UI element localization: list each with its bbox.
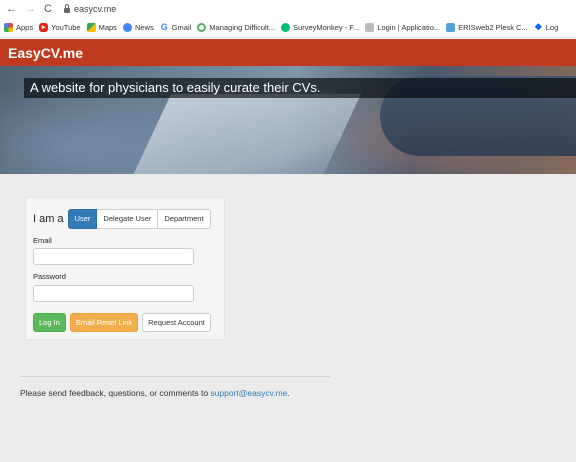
plesk-icon <box>446 23 456 32</box>
bookmark-news[interactable]: News <box>122 23 154 32</box>
email-label: Email <box>33 236 52 245</box>
bookmark-login-application[interactable]: Login | Applicatio... <box>365 23 440 32</box>
hero-banner: A website for physicians to easily curat… <box>0 66 576 174</box>
bookmark-maps[interactable]: Maps <box>86 23 117 32</box>
youtube-icon: ▸ <box>39 23 49 32</box>
main-content: I am a User Delegate User Department Ema… <box>0 174 576 462</box>
footer-text: Please send feedback, questions, or comm… <box>20 388 290 398</box>
bookmark-erisweb2[interactable]: ERISweb2 Plesk C... <box>446 23 528 32</box>
role-delegate-user-button[interactable]: Delegate User <box>97 209 159 229</box>
bookmark-log[interactable]: ❖ Log <box>534 22 558 33</box>
news-icon <box>122 23 132 32</box>
apps-icon <box>4 23 13 32</box>
dropbox-icon: ❖ <box>534 22 543 32</box>
login-actions: Log In Email Reset Link Request Account <box>33 313 211 332</box>
bookmark-surveymonkey[interactable]: SurveyMonkey - F... <box>281 23 359 32</box>
lock-icon <box>63 4 70 13</box>
support-email-link[interactable]: support@easycv.me <box>210 388 287 398</box>
role-label: I am a <box>33 213 64 225</box>
bookmark-apps[interactable]: Apps <box>4 23 33 32</box>
grid-icon <box>365 23 375 32</box>
brand-logo[interactable]: EasyCV.me <box>8 45 83 61</box>
site-header: EasyCV.me <box>0 39 576 66</box>
surveymonkey-icon <box>281 23 291 32</box>
role-department-button[interactable]: Department <box>158 209 211 229</box>
bookmark-gmail[interactable]: G Gmail <box>160 22 192 33</box>
url-text: easycv.me <box>73 4 117 14</box>
role-toggle-group: User Delegate User Department <box>67 209 211 229</box>
login-button[interactable]: Log In <box>33 313 66 332</box>
reload-icon[interactable]: C <box>44 3 52 15</box>
circle-icon <box>197 23 207 32</box>
email-field[interactable] <box>33 248 194 265</box>
bookmarks-bar: Apps ▸ YouTube Maps News G Gmail Managing … <box>0 18 576 38</box>
google-icon: G <box>160 22 168 32</box>
hero-tagline: A website for physicians to easily curat… <box>24 78 576 98</box>
bookmark-managing-difficult[interactable]: Managing Difficult... <box>197 23 275 32</box>
back-icon[interactable]: ← <box>6 3 17 15</box>
password-label: Password <box>33 272 66 281</box>
role-user-button[interactable]: User <box>67 209 98 229</box>
email-reset-link-button[interactable]: Email Reset Link <box>69 313 139 332</box>
login-panel: I am a User Delegate User Department Ema… <box>25 197 225 340</box>
bookmark-youtube[interactable]: ▸ YouTube <box>39 23 81 32</box>
request-account-button[interactable]: Request Account <box>142 313 211 332</box>
address-bar[interactable]: easycv.me <box>63 4 117 14</box>
password-field[interactable] <box>33 285 194 302</box>
browser-toolbar: ← → C easycv.me <box>0 0 576 18</box>
footer-divider <box>20 376 330 377</box>
role-selector: I am a User Delegate User Department <box>33 209 211 229</box>
maps-icon <box>86 23 96 32</box>
hero-image-coat <box>129 94 361 174</box>
forward-icon[interactable]: → <box>25 3 36 15</box>
